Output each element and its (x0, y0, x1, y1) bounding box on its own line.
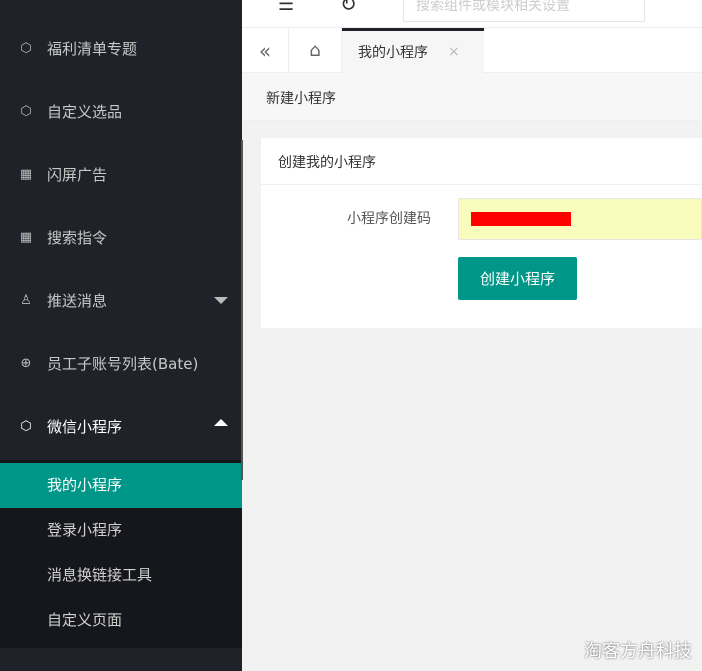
sidebar-item-search-command[interactable]: ▦ 搜索指令 (0, 206, 242, 269)
scrollbar[interactable] (241, 140, 243, 480)
apps-icon: ▦ (19, 229, 33, 245)
tab-my-mini[interactable]: 我的小程序 × (342, 28, 484, 73)
close-icon[interactable]: × (448, 44, 460, 60)
sidebar: ⬡ 福利清单专题 ⬡ 自定义选品 ▦ 闪屏广告 ▦ 搜索指令 ♙ 推送消息 ⊕ 员工子账号列… (0, 0, 243, 671)
refresh-icon[interactable]: ↻ (340, 0, 357, 16)
cube-icon: ⬡ (20, 103, 32, 119)
create-code-input[interactable] (458, 198, 702, 240)
sidebar-item-custom-picks[interactable]: ⬡ 自定义选品 (0, 80, 242, 143)
apps-icon: ▦ (19, 166, 33, 182)
user-icon: ♙ (20, 292, 32, 308)
create-button[interactable]: 创建小程序 (458, 257, 577, 300)
search-input[interactable]: 搜索组件或模块相关设置 (403, 0, 645, 22)
create-card: 创建我的小程序 小程序创建码 创建小程序 (261, 138, 702, 328)
cube-icon: ⬡ (20, 418, 32, 434)
sidebar-item-staff[interactable]: ⊕ 员工子账号列表(Bate) (0, 332, 242, 395)
submenu-custom-page[interactable]: 自定义页面 (0, 598, 242, 643)
double-chevron-left-icon[interactable]: « (242, 28, 289, 73)
tab-bar: « ⌂ 我的小程序 × (242, 28, 702, 73)
redacted-value (471, 212, 571, 226)
menu-toggle-icon[interactable]: ☰ (278, 0, 294, 15)
watermark: 淘客方舟科技 (584, 641, 692, 662)
submenu-my-mini[interactable]: 我的小程序 (0, 463, 242, 508)
field-label: 小程序创建码 (347, 211, 431, 227)
home-icon[interactable]: ⌂ (289, 28, 342, 73)
submenu-login-mini[interactable]: 登录小程序 (0, 508, 242, 553)
submenu: 我的小程序 登录小程序 消息换链接工具 自定义页面 (0, 460, 242, 648)
breadcrumb: 新建小程序 (242, 73, 702, 121)
sidebar-item-wechat-mini[interactable]: ⬡ 微信小程序 (0, 395, 242, 458)
card-title: 创建我的小程序 (261, 138, 702, 185)
globe-icon: ⊕ (20, 355, 32, 371)
sidebar-item-welfare[interactable]: ⬡ 福利清单专题 (0, 17, 242, 80)
cube-icon: ⬡ (20, 40, 32, 56)
submenu-link-tool[interactable]: 消息换链接工具 (0, 553, 242, 598)
sidebar-item-push[interactable]: ♙ 推送消息 (0, 269, 242, 332)
chevron-up-icon (214, 419, 228, 426)
chevron-down-icon (214, 297, 228, 304)
sidebar-item-splash-ad[interactable]: ▦ 闪屏广告 (0, 143, 242, 206)
